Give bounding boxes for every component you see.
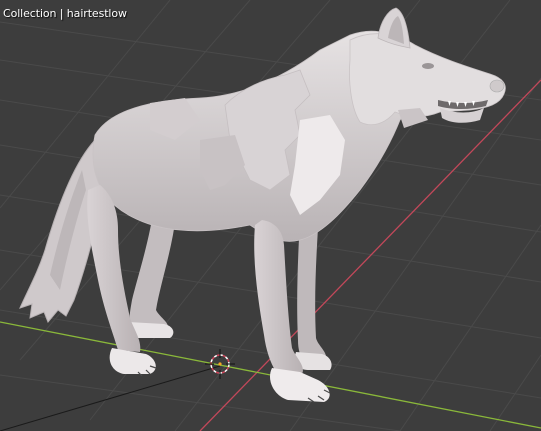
3d-viewport[interactable]: Collection | hairtestlow	[0, 0, 541, 431]
wolf-front-leg-near[interactable]	[254, 220, 303, 374]
wolf-eye	[422, 63, 434, 69]
3d-cursor-icon[interactable]	[205, 349, 235, 379]
wolf-front-leg-far[interactable]	[297, 220, 327, 360]
wolf-mesh[interactable]	[19, 7, 506, 403]
wolf-nose	[489, 79, 505, 93]
viewport-scene[interactable]	[0, 0, 541, 431]
viewport-collection-label: Collection | hairtestlow	[3, 7, 127, 20]
wolf-hind-paw-near	[109, 348, 156, 374]
wolf-front-paw-near	[269, 368, 330, 402]
black-axis-line	[0, 365, 221, 431]
